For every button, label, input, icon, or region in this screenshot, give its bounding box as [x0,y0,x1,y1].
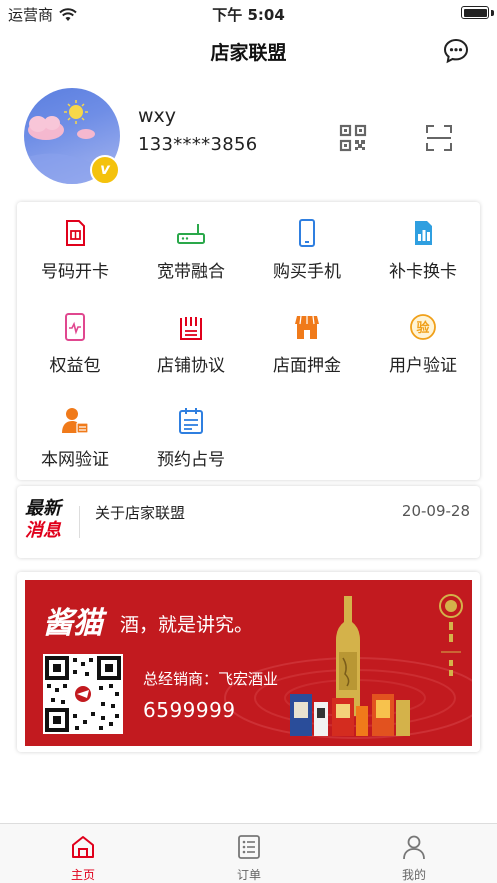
tab-bar: 主页 订单 我的 [0,823,497,883]
news-logo: 最新 消息 [25,498,81,546]
service-item-network-verify[interactable]: 本网验证 [17,390,133,470]
service-label: 补卡换卡 [389,262,457,282]
service-label: 购买手机 [273,262,341,282]
qr-code-image [43,654,123,734]
banner-phone: 6599999 [143,698,236,722]
news-title[interactable]: 关于店家联盟 [95,502,185,523]
product-boxes-image [290,694,410,736]
tab-label: 我的 [401,868,426,882]
banner-distributor: 总经销商：飞宏酒业 [143,670,279,688]
vip-badge: v [90,155,120,185]
verify-icon: 验 [410,314,436,340]
service-grid: 号码开卡 宽带融合 购买手机 补卡换卡 权益包 店铺协议 店面押金 验 用户验证… [17,202,480,480]
page-title: 店家联盟 [210,42,287,64]
nav-bar: 店家联盟 [0,26,497,76]
service-label: 店铺协议 [157,356,225,376]
battery-icon [461,6,489,19]
tab-mine[interactable]: 我的 [331,824,497,883]
sim-card-icon [66,220,85,246]
banner-brand: 酱猫 [43,606,103,641]
news-logo-line2: 消息 [25,520,61,541]
news-logo-line1: 最新 [25,498,61,519]
clock: 下午 5:04 [212,6,285,24]
status-bar: 运营商 下午 5:04 [0,0,497,26]
service-item-open-card[interactable]: 号码开卡 [17,202,133,282]
reserve-number-icon [179,408,203,434]
tab-label: 主页 [70,868,95,882]
service-item-broadband[interactable]: 宽带融合 [133,202,249,282]
router-icon [177,224,205,244]
chat-bubble-icon[interactable] [443,38,469,64]
svg-text:验: 验 [416,320,430,336]
service-label: 本网验证 [41,450,109,470]
news-date: 20-09-28 [401,502,470,520]
brand-seal-image [439,594,463,676]
tab-home[interactable]: 主页 [0,824,166,883]
service-item-buy-phone[interactable]: 购买手机 [249,202,365,282]
user-phone: 133****3856 [138,134,258,155]
scan-icon[interactable] [425,124,453,152]
news-card[interactable]: 最新 消息 关于店家联盟 20-09-28 [17,486,480,558]
service-label: 用户验证 [389,356,457,376]
benefit-package-icon [65,313,85,341]
user-name: wxy [138,105,177,127]
service-label: 店面押金 [273,356,341,376]
service-item-benefit-package[interactable]: 权益包 [17,296,133,376]
shop-deposit-icon [295,315,319,339]
home-icon [72,836,94,858]
service-label: 宽带融合 [157,262,225,282]
battery-tip [491,10,494,16]
service-label: 权益包 [49,356,101,376]
service-item-reserve-number[interactable]: 预约占号 [133,390,249,470]
service-item-user-verify[interactable]: 验 用户验证 [365,296,481,376]
user-icon [403,835,425,860]
service-item-card-swap[interactable]: 补卡换卡 [365,202,481,282]
qr-code-icon[interactable] [339,124,367,152]
ad-banner[interactable]: 酱猫 酒，就是讲究。 总经销商：飞宏酒业 6599999 [25,580,472,746]
banner-slogan: 酒，就是讲究。 [120,614,254,636]
banner-card[interactable]: 酱猫 酒，就是讲究。 总经销商：飞宏酒业 6599999 [17,572,480,752]
network-verify-icon [62,408,89,434]
order-list-icon [238,835,260,859]
sim-swap-icon [415,221,432,245]
phone-icon [299,219,315,247]
tab-label: 订单 [236,868,261,882]
service-label: 预约占号 [157,450,225,470]
tab-orders[interactable]: 订单 [166,824,332,883]
agreement-icon [180,317,202,340]
service-item-shop-agreement[interactable]: 店铺协议 [133,296,249,376]
news-divider [79,506,80,538]
service-item-shop-deposit[interactable]: 店面押金 [249,296,365,376]
service-label: 号码开卡 [41,262,109,282]
